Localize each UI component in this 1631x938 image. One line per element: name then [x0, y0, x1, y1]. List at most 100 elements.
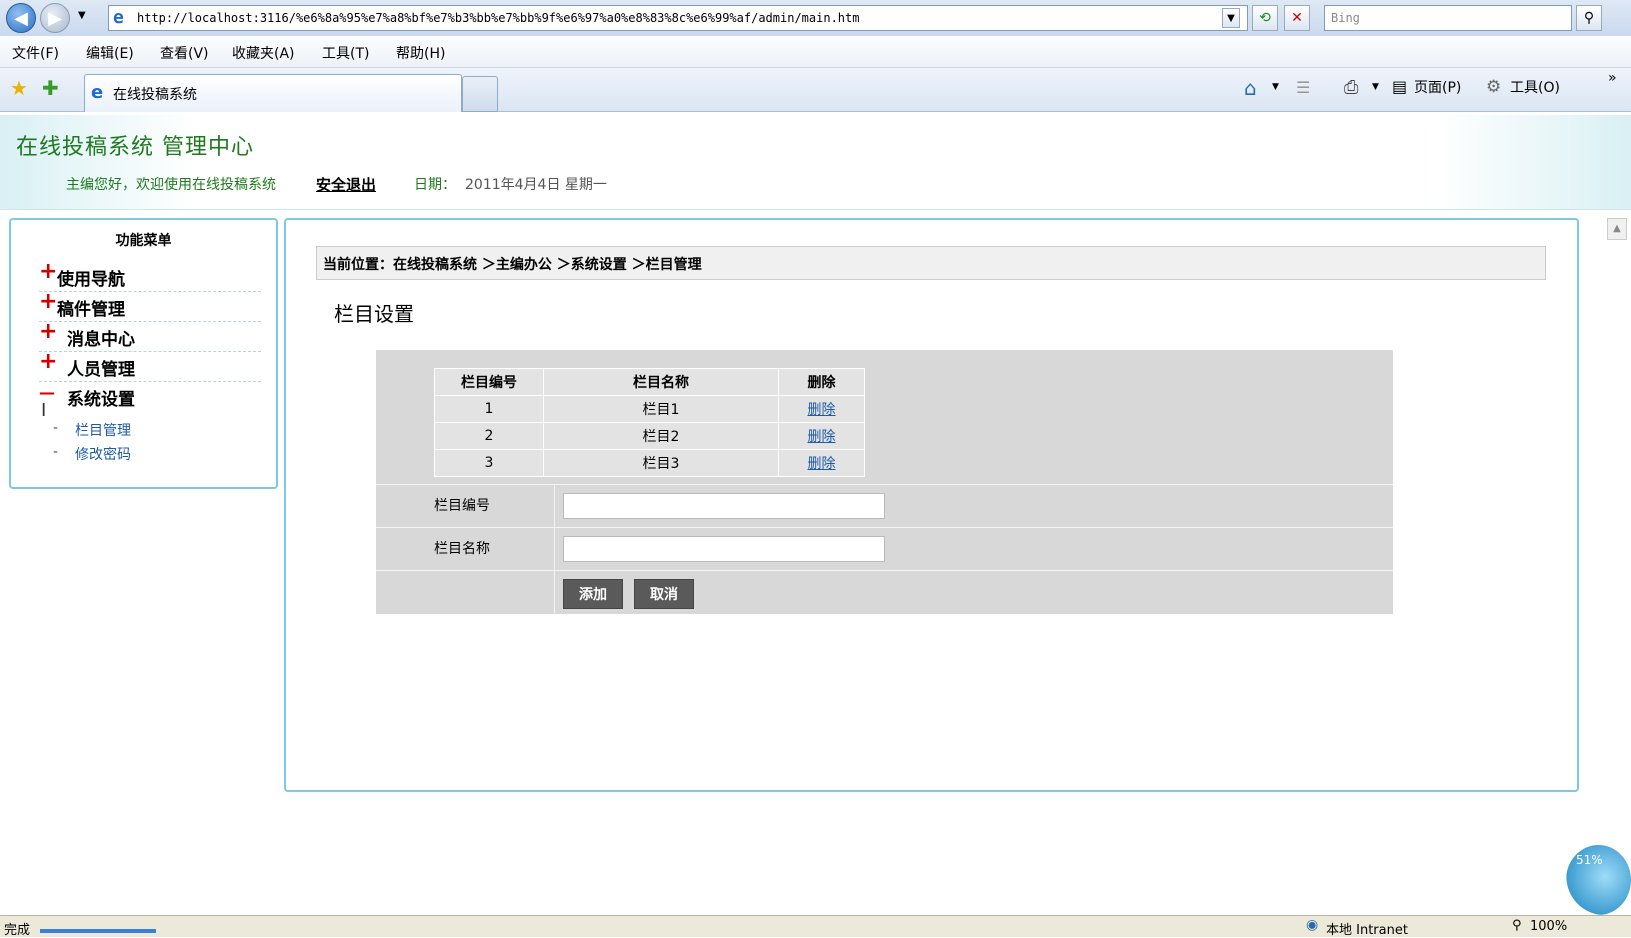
ie-page-icon: e — [113, 7, 124, 28]
sidebar-menu: 功能菜单 + 使用导航 + 稿件管理 + 消息中心 + 人员管理 — 系统设置 … — [9, 218, 278, 489]
page-menu[interactable]: 页面(P) — [1414, 77, 1461, 97]
table-row: 1 栏目1 删除 — [434, 395, 865, 423]
url-text: http://localhost:3116/%e6%8a%95%e7%a8%bf… — [137, 11, 860, 25]
sidebar-item-personnel[interactable]: + 人员管理 — [39, 349, 261, 382]
menu-file[interactable]: 文件(F) — [12, 43, 59, 63]
tab-ie-icon: e — [91, 82, 104, 103]
search-icon[interactable]: ⚲ — [1576, 5, 1602, 31]
table-row: 2 栏目2 删除 — [434, 422, 865, 450]
zone-text: 本地 Intranet — [1326, 923, 1408, 938]
form-divider — [554, 485, 555, 527]
delete-link[interactable]: 删除 — [808, 402, 836, 418]
sidebar-title: 功能菜单 — [115, 233, 172, 249]
form-row-actions: 添加 取消 — [376, 570, 1393, 613]
welcome-text: 主编您好，欢迎使用在线投稿系统 — [66, 177, 276, 193]
cancel-button[interactable]: 取消 — [634, 579, 694, 609]
sidebar-subitem-column-management[interactable]: - 栏目管理 — [53, 420, 173, 440]
sidebar-subitem-label: 栏目管理 — [75, 423, 131, 439]
delete-link[interactable]: 删除 — [808, 456, 836, 472]
status-text: 完成 — [4, 923, 31, 938]
date-value: 2011年4月4日 星期一 — [465, 177, 607, 193]
sidebar-item-label: 稿件管理 — [57, 300, 125, 320]
sidebar-item-label: 使用导航 — [57, 270, 125, 290]
column-id-input[interactable] — [563, 493, 885, 519]
cell-id: 1 — [434, 395, 544, 423]
new-tab-button[interactable] — [462, 76, 498, 112]
print-icon[interactable]: ⎙ — [1344, 77, 1358, 98]
sidebar-item-manuscripts[interactable]: + 稿件管理 — [39, 289, 261, 322]
logout-link[interactable]: 安全退出 — [316, 174, 376, 195]
page-icon: ▤ — [1392, 77, 1408, 96]
url-input[interactable]: e http://localhost:3116/%e6%8a%95%e7%a8%… — [108, 5, 1248, 31]
table-row: 3 栏目3 删除 — [434, 449, 865, 477]
site-title: 在线投稿系统 管理中心 — [16, 135, 254, 160]
column-header-id: 栏目编号 — [434, 368, 544, 396]
chevron-more-icon[interactable]: » — [1608, 70, 1617, 86]
favorites-star-icon[interactable]: ★ — [10, 76, 28, 100]
menu-view[interactable]: 查看(V) — [160, 43, 209, 63]
menu-edit[interactable]: 编辑(E) — [86, 43, 134, 63]
sidebar-subitem-change-password[interactable]: - 修改密码 — [53, 444, 173, 464]
cell-name: 栏目3 — [543, 449, 779, 477]
zoom-level[interactable]: 100% — [1530, 919, 1567, 934]
sidebar-subitem-label: 修改密码 — [75, 447, 131, 463]
refresh-icon[interactable]: ⟲ — [1252, 5, 1278, 31]
menu-favorites[interactable]: 收藏夹(A) — [232, 43, 295, 63]
tools-menu[interactable]: 工具(O) — [1510, 77, 1560, 97]
search-placeholder: Bing — [1331, 11, 1360, 25]
status-bar: 完成 ◉ 本地 Intranet ⚲ 100% — [0, 915, 1631, 938]
submenu-dash-icon: - — [53, 444, 59, 460]
expand-plus-icon: + — [39, 289, 58, 314]
speed-widget[interactable]: 51% — [1566, 845, 1631, 915]
progress-bar — [40, 929, 156, 933]
column-header-delete: 删除 — [778, 368, 865, 396]
column-name-input[interactable] — [563, 536, 885, 562]
back-button[interactable]: ◀ — [6, 3, 36, 33]
forward-button[interactable]: ▶ — [40, 3, 70, 33]
menu-help[interactable]: 帮助(H) — [396, 43, 445, 63]
expand-plus-icon: + — [39, 349, 58, 374]
cell-name: 栏目2 — [543, 422, 779, 450]
date-label: 日期： — [414, 177, 456, 193]
search-input[interactable]: Bing — [1324, 5, 1572, 31]
widget-percent: 51% — [1576, 853, 1603, 867]
cell-id: 2 — [434, 422, 544, 450]
main-content-panel: 当前位置：在线投稿系统 ＞主编办公 ＞系统设置 ＞栏目管理 栏目设置 栏目编号 … — [284, 218, 1579, 792]
expand-plus-icon: + — [39, 319, 58, 344]
sidebar-item-label: 消息中心 — [67, 330, 135, 350]
sidebar-item-label: 系统设置 — [67, 390, 135, 410]
cell-id: 3 — [434, 449, 544, 477]
delete-link[interactable]: 删除 — [808, 429, 836, 445]
history-dropdown-icon[interactable]: ▼ — [78, 10, 86, 21]
add-button[interactable]: 添加 — [563, 579, 623, 609]
form-row-column-name: 栏目名称 — [376, 527, 1393, 570]
column-table: 栏目编号 栏目名称 删除 1 栏目1 删除 2 栏目2 删除 3 栏目3 删除 — [434, 368, 865, 477]
intranet-icon: ◉ — [1306, 917, 1319, 933]
cell-name: 栏目1 — [543, 395, 779, 423]
table-header-row: 栏目编号 栏目名称 删除 — [434, 368, 865, 396]
sidebar-item-messages[interactable]: + 消息中心 — [39, 319, 261, 352]
form-divider — [554, 571, 555, 613]
home-dropdown-icon[interactable]: ▼ — [1272, 82, 1279, 92]
column-name-label: 栏目名称 — [434, 541, 490, 557]
breadcrumb: 当前位置：在线投稿系统 ＞主编办公 ＞系统设置 ＞栏目管理 — [316, 246, 1546, 280]
sidebar-item-usage-guide[interactable]: + 使用导航 — [39, 259, 261, 292]
sidebar-item-system-settings[interactable]: — 系统设置 — [39, 382, 261, 412]
add-favorite-icon[interactable]: ✚ — [42, 76, 59, 100]
print-dropdown-icon[interactable]: ▼ — [1372, 82, 1379, 92]
text-cursor-icon: I — [41, 400, 47, 421]
menu-tools[interactable]: 工具(T) — [322, 43, 369, 63]
menu-bar: 文件(F) 编辑(E) 查看(V) 收藏夹(A) 工具(T) 帮助(H) — [0, 36, 1631, 68]
column-header-name: 栏目名称 — [543, 368, 779, 396]
site-header: 在线投稿系统 管理中心 主编您好，欢迎使用在线投稿系统 安全退出 日期： 201… — [0, 115, 1631, 210]
tab-bar: ★ ✚ e 在线投稿系统 ⌂ ▼ ☰ ⎙ ▼ ▤ 页面(P) ⚙ 工具(O) » — [0, 68, 1631, 112]
tab-title: 在线投稿系统 — [113, 87, 197, 103]
scroll-up-arrow-icon[interactable]: ▲ — [1607, 218, 1627, 240]
stop-icon[interactable]: ✕ — [1284, 5, 1310, 31]
tab-active[interactable]: e 在线投稿系统 — [84, 74, 462, 112]
column-id-label: 栏目编号 — [434, 498, 490, 514]
url-dropdown-icon[interactable]: ▼ — [1222, 8, 1240, 28]
home-icon[interactable]: ⌂ — [1244, 76, 1257, 100]
column-settings-form: 栏目编号 栏目名称 删除 1 栏目1 删除 2 栏目2 删除 3 栏目3 删除 … — [376, 350, 1393, 614]
feeds-icon[interactable]: ☰ — [1296, 78, 1310, 97]
